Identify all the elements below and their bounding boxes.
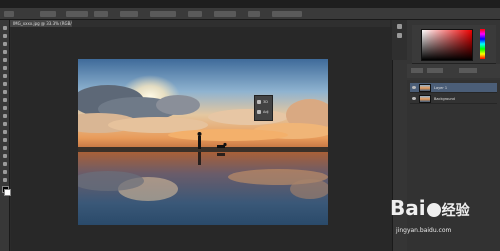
collapsed-panel-bar	[392, 20, 407, 60]
type-tool-icon[interactable]	[3, 146, 7, 150]
paw-icon	[426, 202, 441, 217]
history-brush-tool-icon[interactable]	[3, 98, 7, 102]
tool-preset-picker[interactable]	[4, 11, 14, 17]
float-panel-item[interactable]: Adj	[257, 109, 271, 116]
sunset-photo-image	[78, 59, 328, 225]
layer-thumbnail	[419, 95, 431, 103]
option-field[interactable]	[94, 11, 108, 17]
layers-panel-header	[407, 64, 500, 78]
eyedropper-tool-icon[interactable]	[3, 66, 7, 70]
shape-tool-icon[interactable]	[3, 162, 7, 166]
watermark-url: jingyan.baidu.com	[396, 227, 452, 234]
stamp-tool-icon[interactable]	[3, 90, 7, 94]
background-color-swatch[interactable]	[4, 189, 11, 196]
path-select-tool-icon[interactable]	[3, 154, 7, 158]
color-picker-panel	[412, 25, 496, 64]
adjustment-icon	[257, 110, 261, 114]
gradient-tool-icon[interactable]	[3, 114, 7, 118]
zoom-tool-icon[interactable]	[3, 178, 7, 182]
healing-tool-icon[interactable]	[3, 74, 7, 78]
opacity-field[interactable]	[459, 68, 477, 73]
color-field[interactable]	[421, 29, 473, 61]
blur-tool-icon[interactable]	[3, 122, 7, 126]
3d-icon	[257, 100, 261, 104]
quick-select-tool-icon[interactable]	[3, 50, 7, 54]
options-bar	[0, 8, 500, 20]
option-field[interactable]	[150, 11, 176, 17]
document-tab-bar: IMG_xxxx.jpg @ 33.3% (RGB/8#)	[10, 20, 390, 27]
eraser-tool-icon[interactable]	[3, 106, 7, 110]
history-icon[interactable]	[397, 24, 402, 29]
layer-filter-dropdown[interactable]	[411, 68, 423, 73]
layer-thumbnail	[419, 84, 431, 92]
hand-tool-icon[interactable]	[3, 170, 7, 174]
marquee-tool-icon[interactable]	[3, 34, 7, 38]
float-panel-item[interactable]: 3D	[257, 99, 271, 106]
option-checkbox[interactable]	[188, 11, 202, 17]
move-tool-icon[interactable]	[3, 26, 7, 30]
option-checkbox[interactable]	[248, 11, 260, 17]
tools-panel	[0, 20, 11, 251]
baidu-jingyan-watermark: Bai 经验 jingyan.baidu.com	[390, 196, 498, 248]
option-field[interactable]	[214, 11, 236, 17]
dodge-tool-icon[interactable]	[3, 130, 7, 134]
visibility-eye-icon[interactable]	[412, 97, 416, 100]
layer-name: Background	[434, 97, 455, 101]
brush-tool-icon[interactable]	[3, 82, 7, 86]
option-dropdown[interactable]	[66, 11, 88, 17]
layer-row[interactable]: Background	[410, 94, 497, 104]
menu-bar	[0, 0, 500, 8]
hue-slider[interactable]	[480, 29, 485, 59]
visibility-eye-icon[interactable]	[412, 86, 416, 89]
layer-row[interactable]: Layer 1	[410, 83, 497, 93]
document-tab[interactable]: IMG_xxxx.jpg @ 33.3% (RGB/8#)	[10, 20, 72, 27]
crop-tool-icon[interactable]	[3, 58, 7, 62]
option-dropdown[interactable]	[272, 11, 302, 17]
floating-adjustments-panel: 3D Adj	[254, 95, 273, 121]
baidu-logo: Bai 经验	[390, 196, 470, 220]
option-dropdown[interactable]	[120, 11, 138, 17]
lasso-tool-icon[interactable]	[3, 42, 7, 46]
option-field[interactable]	[40, 11, 56, 17]
pen-tool-icon[interactable]	[3, 138, 7, 142]
blend-mode-dropdown[interactable]	[427, 68, 443, 73]
layer-name: Layer 1	[434, 86, 448, 90]
properties-icon[interactable]	[397, 33, 402, 38]
canvas-photo[interactable]	[78, 59, 328, 225]
